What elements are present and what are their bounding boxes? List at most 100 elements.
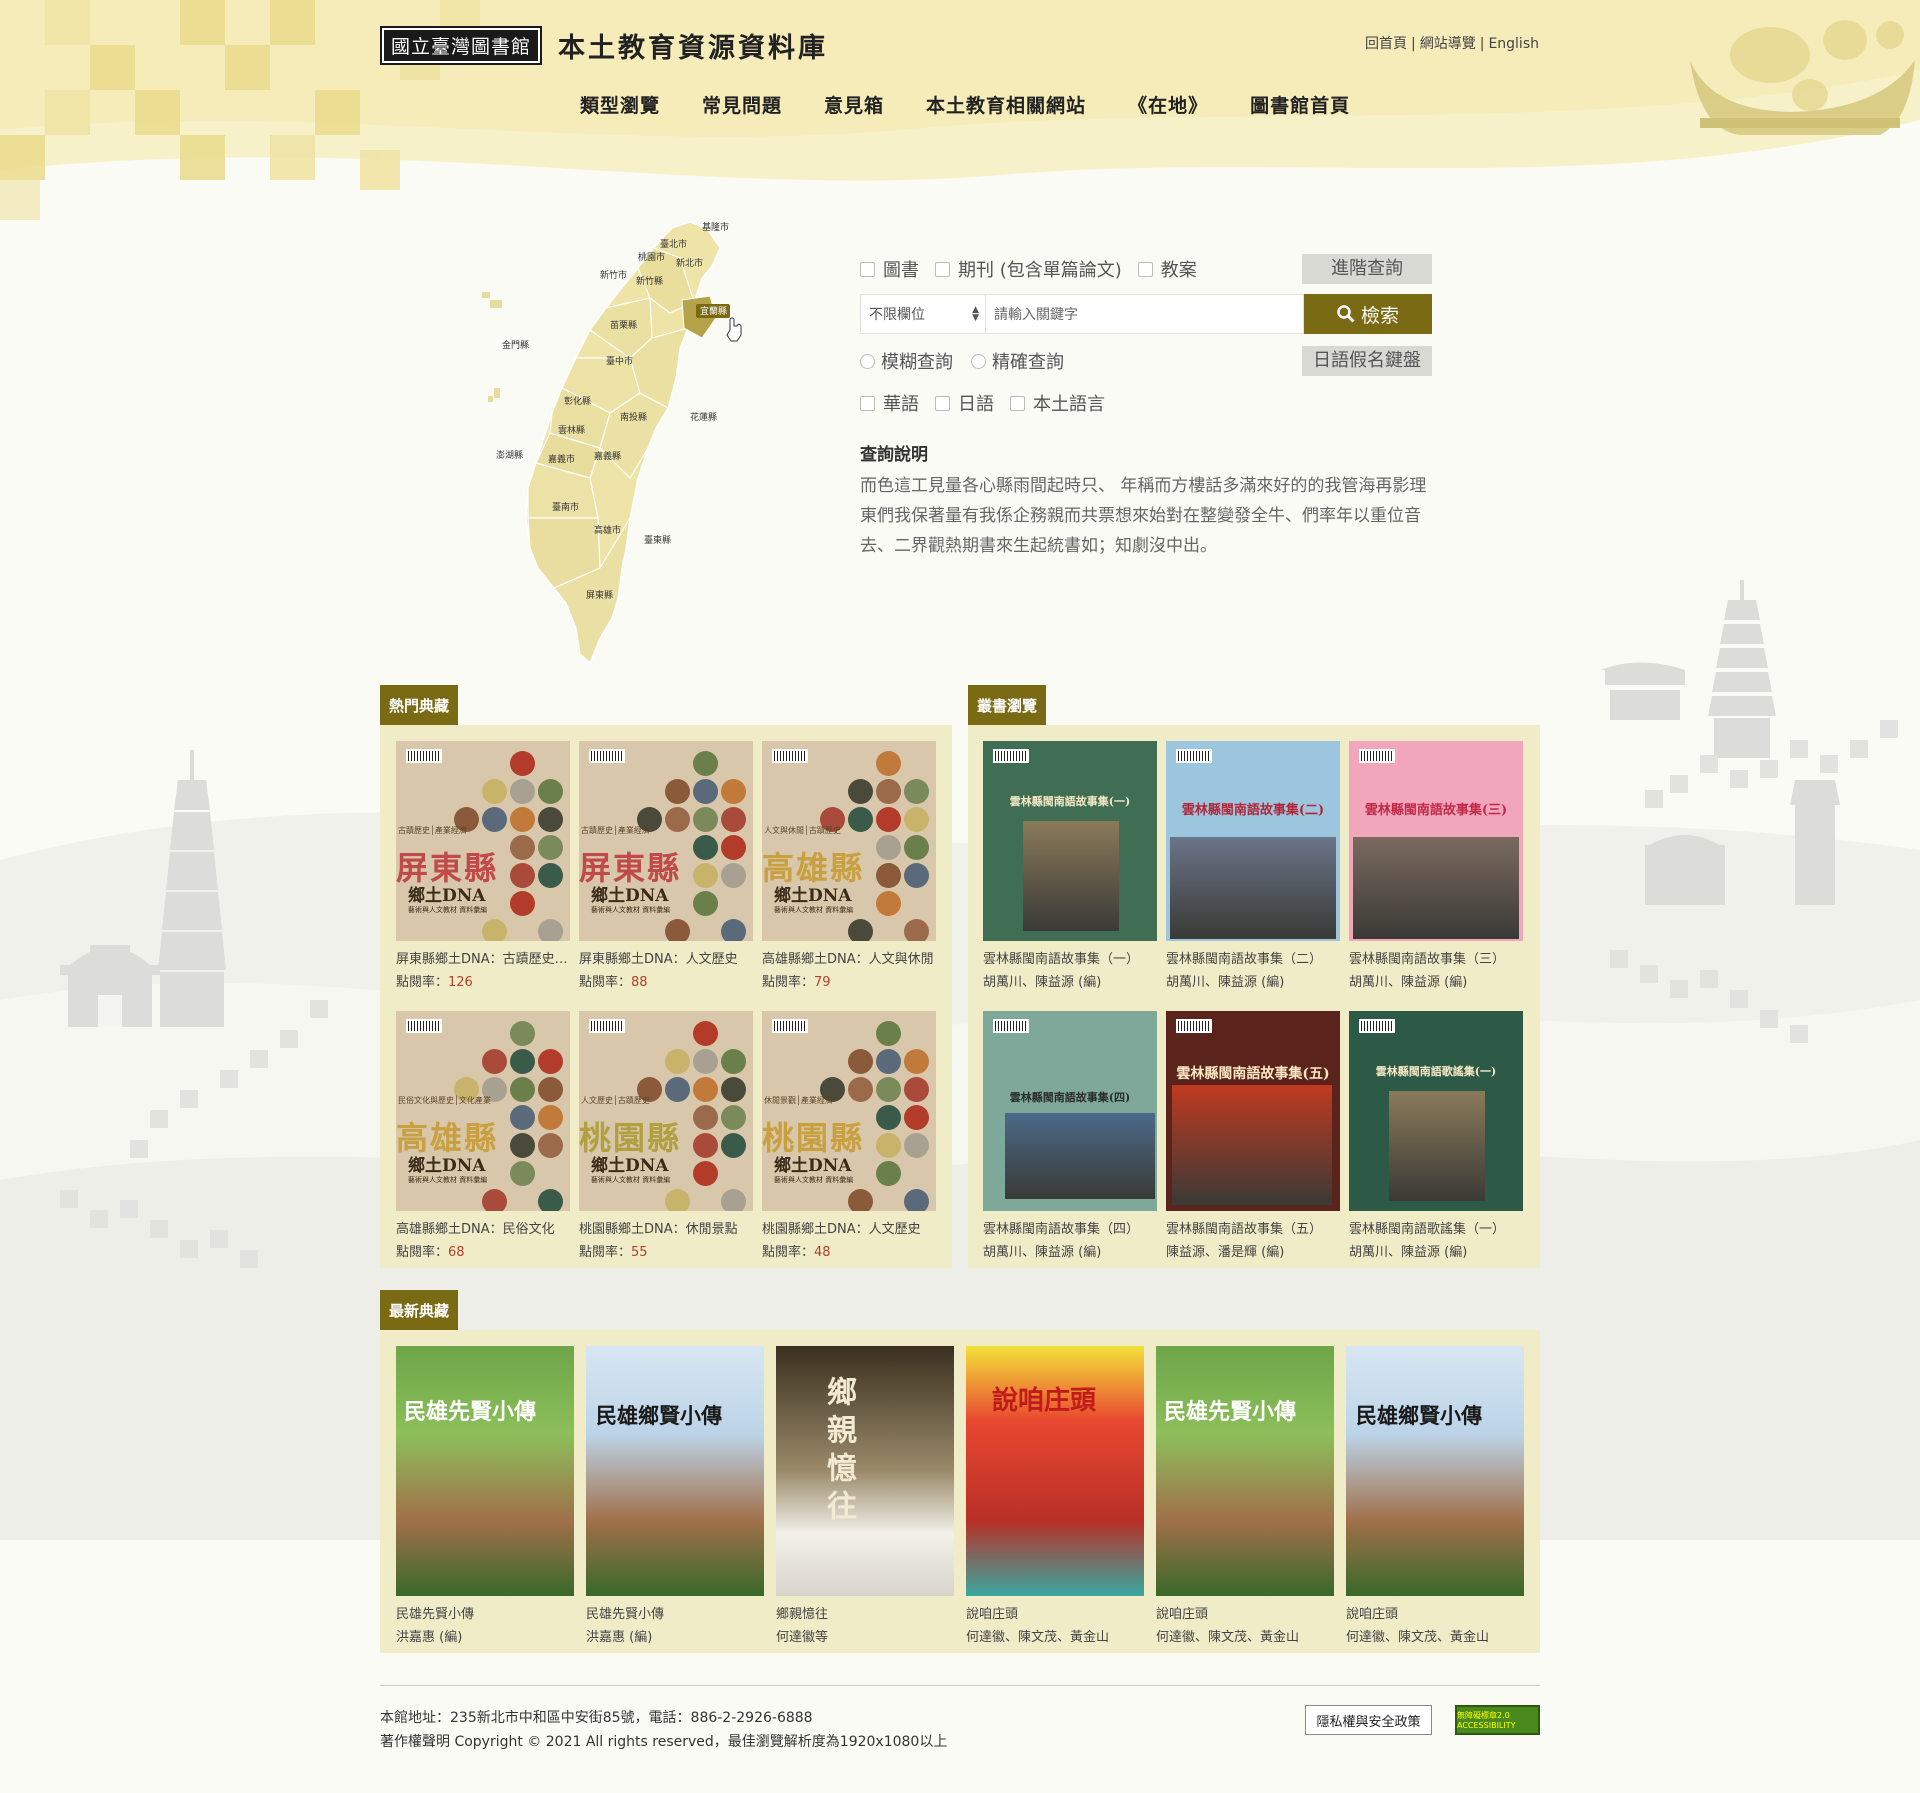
popular-book-card[interactable]: 人文與休閒│古蹟歷史 高雄縣 鄉土DNA 藝術與人文教材 資料彙編高雄縣鄉土DNA：人… <box>762 741 942 990</box>
latest-book-card[interactable]: 民雄鄉賢小傳 說咱庄頭 何達徽、陳文茂、黃金山 <box>1346 1346 1526 1645</box>
series-book-card[interactable]: 雲林縣閩南語故事集(四) 雲林縣閩南語故事集（四） 胡萬川、陳益源 (編) <box>983 1011 1163 1260</box>
book-title[interactable]: 雲林縣閩南語故事集（四） <box>983 1218 1163 1237</box>
book-cover[interactable]: 民雄先賢小傳 <box>1156 1346 1334 1596</box>
book-title[interactable]: 雲林縣閩南語故事集（一） <box>983 948 1163 967</box>
book-cover[interactable]: 說咱庄頭 <box>966 1346 1144 1596</box>
book-title[interactable]: 屏東縣鄉土DNA：古蹟歷史、產業經濟 <box>396 948 576 967</box>
book-title[interactable]: 說咱庄頭 <box>1346 1603 1526 1622</box>
cover-photo-dot <box>876 1049 901 1074</box>
book-title[interactable]: 高雄縣鄉土DNA：民俗文化 <box>396 1218 576 1237</box>
book-cover[interactable]: 人文與休閒│古蹟歷史 高雄縣 鄉土DNA 藝術與人文教材 資料彙編 <box>762 741 936 941</box>
popular-book-card[interactable]: 古蹟歷史│產業經濟 屏東縣 鄉土DNA 藝術與人文教材 資料彙編屏東縣鄉土DNA：古蹟… <box>396 741 576 990</box>
latest-book-card[interactable]: 民雄先賢小傳 說咱庄頭 何達徽、陳文茂、黃金山 <box>1156 1346 1336 1645</box>
privacy-policy-button[interactable]: 隱私權與安全政策 <box>1305 1705 1432 1735</box>
fuzzy-search-radio[interactable]: 模糊查詢 <box>860 348 953 374</box>
lang-local-checkbox[interactable]: 本土語言 <box>1010 390 1105 416</box>
book-title[interactable]: 雲林縣閩南語故事集（三） <box>1349 948 1529 967</box>
series-book-card[interactable]: 雲林縣閩南語故事集(五) 雲林縣閩南語故事集（五） 陳益源、潘是輝 (編) <box>1166 1011 1346 1260</box>
series-book-card[interactable]: 雲林縣閩南語故事集(二) 雲林縣閩南語故事集（二） 胡萬川、陳益源 (編) <box>1166 741 1346 990</box>
book-cover[interactable]: 民雄鄉賢小傳 <box>1346 1346 1524 1596</box>
book-cover[interactable]: 休閒景觀│產業經濟 桃園縣 鄉土DNA 藝術與人文教材 資料彙編 <box>762 1011 936 1211</box>
latest-book-card[interactable]: 民雄先賢小傳 民雄先賢小傳 洪嘉惠 (編) <box>396 1346 576 1645</box>
cover-photo-dot <box>482 1049 507 1074</box>
book-title[interactable]: 屏東縣鄉土DNA：人文歷史 <box>579 948 759 967</box>
type-journal-checkbox[interactable]: 期刊 (包含單篇論文) <box>935 256 1122 282</box>
popular-book-card[interactable]: 人文歷史│古蹟歷史 桃園縣 鄉土DNA 藝術與人文教材 資料彙編桃園縣鄉土DNA：休閒… <box>579 1011 759 1260</box>
exact-search-radio[interactable]: 精確查詢 <box>971 348 1064 374</box>
series-book-card[interactable]: 雲林縣閩南語歌謠集(一) 雲林縣閩南語歌謠集（一） 胡萬川、陳益源 (編) <box>1349 1011 1529 1260</box>
popular-book-card[interactable]: 休閒景觀│產業經濟 桃園縣 鄉土DNA 藝術與人文教材 資料彙編桃園縣鄉土DNA：人文… <box>762 1011 942 1260</box>
nav-feedback[interactable]: 意見箱 <box>824 91 884 118</box>
nav-local-magazine[interactable]: 《在地》 <box>1128 91 1208 118</box>
view-count: 點閱率：88 <box>579 971 759 990</box>
accessibility-badge[interactable]: 無障礙標章2.0 ACCESSIBILITY <box>1455 1705 1540 1735</box>
cover-photo-dot <box>482 779 507 804</box>
cover-title: 民雄鄉賢小傳 <box>1356 1403 1482 1428</box>
book-title[interactable]: 桃園縣鄉土DNA：人文歷史 <box>762 1218 942 1237</box>
series-tab[interactable]: 叢書瀏覽 <box>968 685 1047 725</box>
book-cover[interactable]: 雲林縣閩南語故事集(四) <box>983 1011 1157 1211</box>
book-cover[interactable]: 雲林縣閩南語故事集(五) <box>1166 1011 1340 1211</box>
book-cover[interactable]: 雲林縣閩南語歌謠集(一) <box>1349 1011 1523 1211</box>
field-select[interactable]: 不限欄位 ▲ ▼ <box>860 294 986 334</box>
popular-book-card[interactable]: 民俗文化與歷史│文化產業 高雄縣 鄉土DNA 藝術與人文教材 資料彙編高雄縣鄉土DNA… <box>396 1011 576 1260</box>
nav-related-sites[interactable]: 本土教育相關網站 <box>926 91 1086 118</box>
site-logo[interactable]: 國立臺灣圖書館 本土教育資源資料庫 <box>380 26 828 65</box>
book-title[interactable]: 鄉親憶往 <box>776 1603 956 1622</box>
search-button[interactable]: 檢索 <box>1304 294 1432 334</box>
cover-photo-dot <box>693 1105 718 1130</box>
book-cover[interactable]: 鄉親憶往 <box>776 1346 954 1596</box>
book-title[interactable]: 民雄先賢小傳 <box>586 1603 766 1622</box>
book-title[interactable]: 高雄縣鄉土DNA：人文與休閒 <box>762 948 942 967</box>
cover-photo-dot <box>848 807 873 832</box>
cover-photo-dot <box>904 807 929 832</box>
nav-faq[interactable]: 常見問題 <box>702 91 782 118</box>
library-logo-box: 國立臺灣圖書館 <box>380 26 543 65</box>
nav-browse-by-type[interactable]: 類型瀏覽 <box>580 91 660 118</box>
cover-photo <box>1170 837 1336 939</box>
lang-japanese-label: 日語 <box>958 394 994 415</box>
lang-japanese-checkbox[interactable]: 日語 <box>935 390 994 416</box>
cover-photo-dot <box>693 891 718 916</box>
latest-book-card[interactable]: 民雄鄉賢小傳 民雄先賢小傳 洪嘉惠 (編) <box>586 1346 766 1645</box>
advanced-search-button[interactable]: 進階查詢 <box>1302 254 1432 284</box>
book-cover[interactable]: 雲林縣閩南語故事集(一) <box>983 741 1157 941</box>
book-title[interactable]: 民雄先賢小傳 <box>396 1603 576 1622</box>
latest-book-card[interactable]: 鄉親憶往 鄉親憶往 何達徽等 <box>776 1346 956 1645</box>
book-cover[interactable]: 人文歷史│古蹟歷史 桃園縣 鄉土DNA 藝術與人文教材 資料彙編 <box>579 1011 753 1211</box>
book-title[interactable]: 雲林縣閩南語故事集（五） <box>1166 1218 1346 1237</box>
japanese-kana-keyboard-button[interactable]: 日語假名鍵盤 <box>1302 346 1432 376</box>
book-cover[interactable]: 古蹟歷史│產業經濟 屏東縣 鄉土DNA 藝術與人文教材 資料彙編 <box>396 741 570 941</box>
latest-book-card[interactable]: 說咱庄頭 說咱庄頭 何達徽、陳文茂、黃金山 <box>966 1346 1146 1645</box>
keyword-input[interactable]: 請輸入關鍵字 <box>986 294 1304 334</box>
book-cover[interactable]: 民雄先賢小傳 <box>396 1346 574 1596</box>
book-title[interactable]: 雲林縣閩南語歌謠集（一） <box>1349 1218 1529 1237</box>
lang-mandarin-checkbox[interactable]: 華語 <box>860 390 919 416</box>
barcode-label <box>993 1019 1029 1033</box>
popular-tab[interactable]: 熱門典藏 <box>380 685 459 725</box>
type-book-checkbox[interactable]: 圖書 <box>860 256 919 282</box>
sitemap-link[interactable]: 網站導覽 <box>1420 36 1476 52</box>
type-lesson-checkbox[interactable]: 教案 <box>1137 256 1197 282</box>
book-title[interactable]: 桃園縣鄉土DNA：休閒景點 <box>579 1218 759 1237</box>
popular-book-card[interactable]: 古蹟歷史│產業經濟 屏東縣 鄉土DNA 藝術與人文教材 資料彙編屏東縣鄉土DNA：人文… <box>579 741 759 990</box>
book-cover[interactable]: 古蹟歷史│產業經濟 屏東縣 鄉土DNA 藝術與人文教材 資料彙編 <box>579 741 753 941</box>
book-cover[interactable]: 雲林縣閩南語故事集(三) <box>1349 741 1523 941</box>
series-book-card[interactable]: 雲林縣閩南語故事集(三) 雲林縣閩南語故事集（三） 胡萬川、陳益源 (編) <box>1349 741 1529 990</box>
cover-photo-dot <box>848 919 873 941</box>
english-link[interactable]: English <box>1488 36 1539 52</box>
book-title[interactable]: 說咱庄頭 <box>1156 1603 1336 1622</box>
cover-photo-dot <box>482 807 507 832</box>
book-cover[interactable]: 民雄鄉賢小傳 <box>586 1346 764 1596</box>
taiwan-map[interactable]: 基隆市 臺北市 桃園市 新北市 新竹市 新竹縣 宜蘭縣 苗栗縣 金門縣 臺中市 … <box>480 218 780 673</box>
lang-mandarin-label: 華語 <box>883 394 919 415</box>
series-book-card[interactable]: 雲林縣閩南語故事集(一) 雲林縣閩南語故事集（一） 胡萬川、陳益源 (編) <box>983 741 1163 990</box>
cover-dna-label: 鄉土DNA <box>408 1156 486 1176</box>
latest-tab[interactable]: 最新典藏 <box>380 1290 459 1330</box>
book-title[interactable]: 雲林縣閩南語故事集（二） <box>1166 948 1346 967</box>
home-link[interactable]: 回首頁 <box>1365 36 1407 52</box>
nav-library-home[interactable]: 圖書館首頁 <box>1250 91 1350 118</box>
book-cover[interactable]: 雲林縣閩南語故事集(二) <box>1166 741 1340 941</box>
book-cover[interactable]: 民俗文化與歷史│文化產業 高雄縣 鄉土DNA 藝術與人文教材 資料彙編 <box>396 1011 570 1211</box>
book-title[interactable]: 說咱庄頭 <box>966 1603 1146 1622</box>
